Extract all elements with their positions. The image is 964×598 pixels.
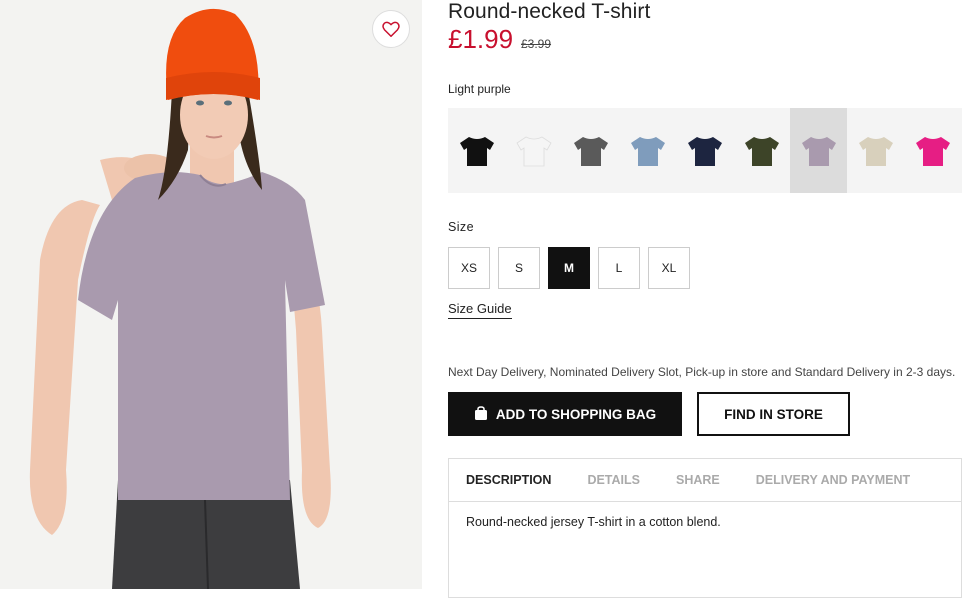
color-swatch[interactable] (733, 108, 790, 193)
product-image (0, 0, 422, 589)
size-selector: XS S M L XL (448, 247, 690, 289)
tab-details[interactable]: DETAILS (587, 473, 640, 487)
tshirt-thumbnail (744, 136, 779, 166)
size-label: Size (448, 220, 474, 234)
color-swatch[interactable] (790, 108, 847, 193)
size-guide-link[interactable]: Size Guide (448, 301, 512, 319)
product-details: Round-necked T-shirt £1.99 £3.99 Light p… (448, 0, 964, 598)
size-option-m[interactable]: M (548, 247, 590, 289)
color-swatch[interactable] (448, 108, 505, 193)
selected-color-label: Light purple (448, 82, 511, 96)
model-photo (0, 0, 422, 589)
color-swatch[interactable] (619, 108, 676, 193)
color-swatch[interactable] (904, 108, 961, 193)
size-option-xs[interactable]: XS (448, 247, 490, 289)
color-swatch[interactable] (505, 108, 562, 193)
tshirt-thumbnail (687, 136, 722, 166)
tshirt-thumbnail (515, 136, 552, 166)
tshirt-thumbnail (858, 136, 893, 166)
product-info-panel: DESCRIPTION DETAILS SHARE DELIVERY AND PAYM… (448, 458, 962, 598)
shopping-bag-icon (474, 405, 488, 423)
add-to-bag-label: ADD TO SHOPPING BAG (495, 406, 657, 422)
tab-description[interactable]: DESCRIPTION (466, 473, 551, 487)
color-swatch[interactable] (676, 108, 733, 193)
tshirt-thumbnail (630, 136, 665, 166)
product-title: Round-necked T-shirt (448, 0, 651, 23)
color-swatch[interactable] (562, 108, 619, 193)
tshirt-thumbnail (573, 136, 608, 166)
tshirt-thumbnail (915, 136, 950, 166)
heart-icon (382, 21, 400, 37)
find-in-store-button[interactable]: FIND IN STORE (697, 392, 850, 436)
info-tabs: DESCRIPTION DETAILS SHARE DELIVERY AND PAYM… (449, 459, 961, 502)
product-description: Round-necked jersey T-shirt in a cotton … (466, 515, 721, 529)
size-option-l[interactable]: L (598, 247, 640, 289)
tab-share[interactable]: SHARE (676, 473, 720, 487)
sale-price: £1.99 (448, 24, 514, 54)
size-option-xl[interactable]: XL (648, 247, 690, 289)
add-to-bag-button[interactable]: ADD TO SHOPPING BAG (448, 392, 682, 436)
wishlist-button[interactable] (372, 10, 410, 48)
original-price: £3.99 (521, 37, 552, 51)
color-swatches (448, 108, 962, 193)
delivery-note: Next Day Delivery, Nominated Delivery Sl… (448, 365, 956, 379)
color-swatch[interactable] (847, 108, 904, 193)
size-option-s[interactable]: S (498, 247, 540, 289)
tab-delivery-and-payment[interactable]: DELIVERY AND PAYMENT (756, 473, 910, 487)
tshirt-thumbnail (801, 136, 836, 166)
tshirt-thumbnail (459, 136, 494, 166)
